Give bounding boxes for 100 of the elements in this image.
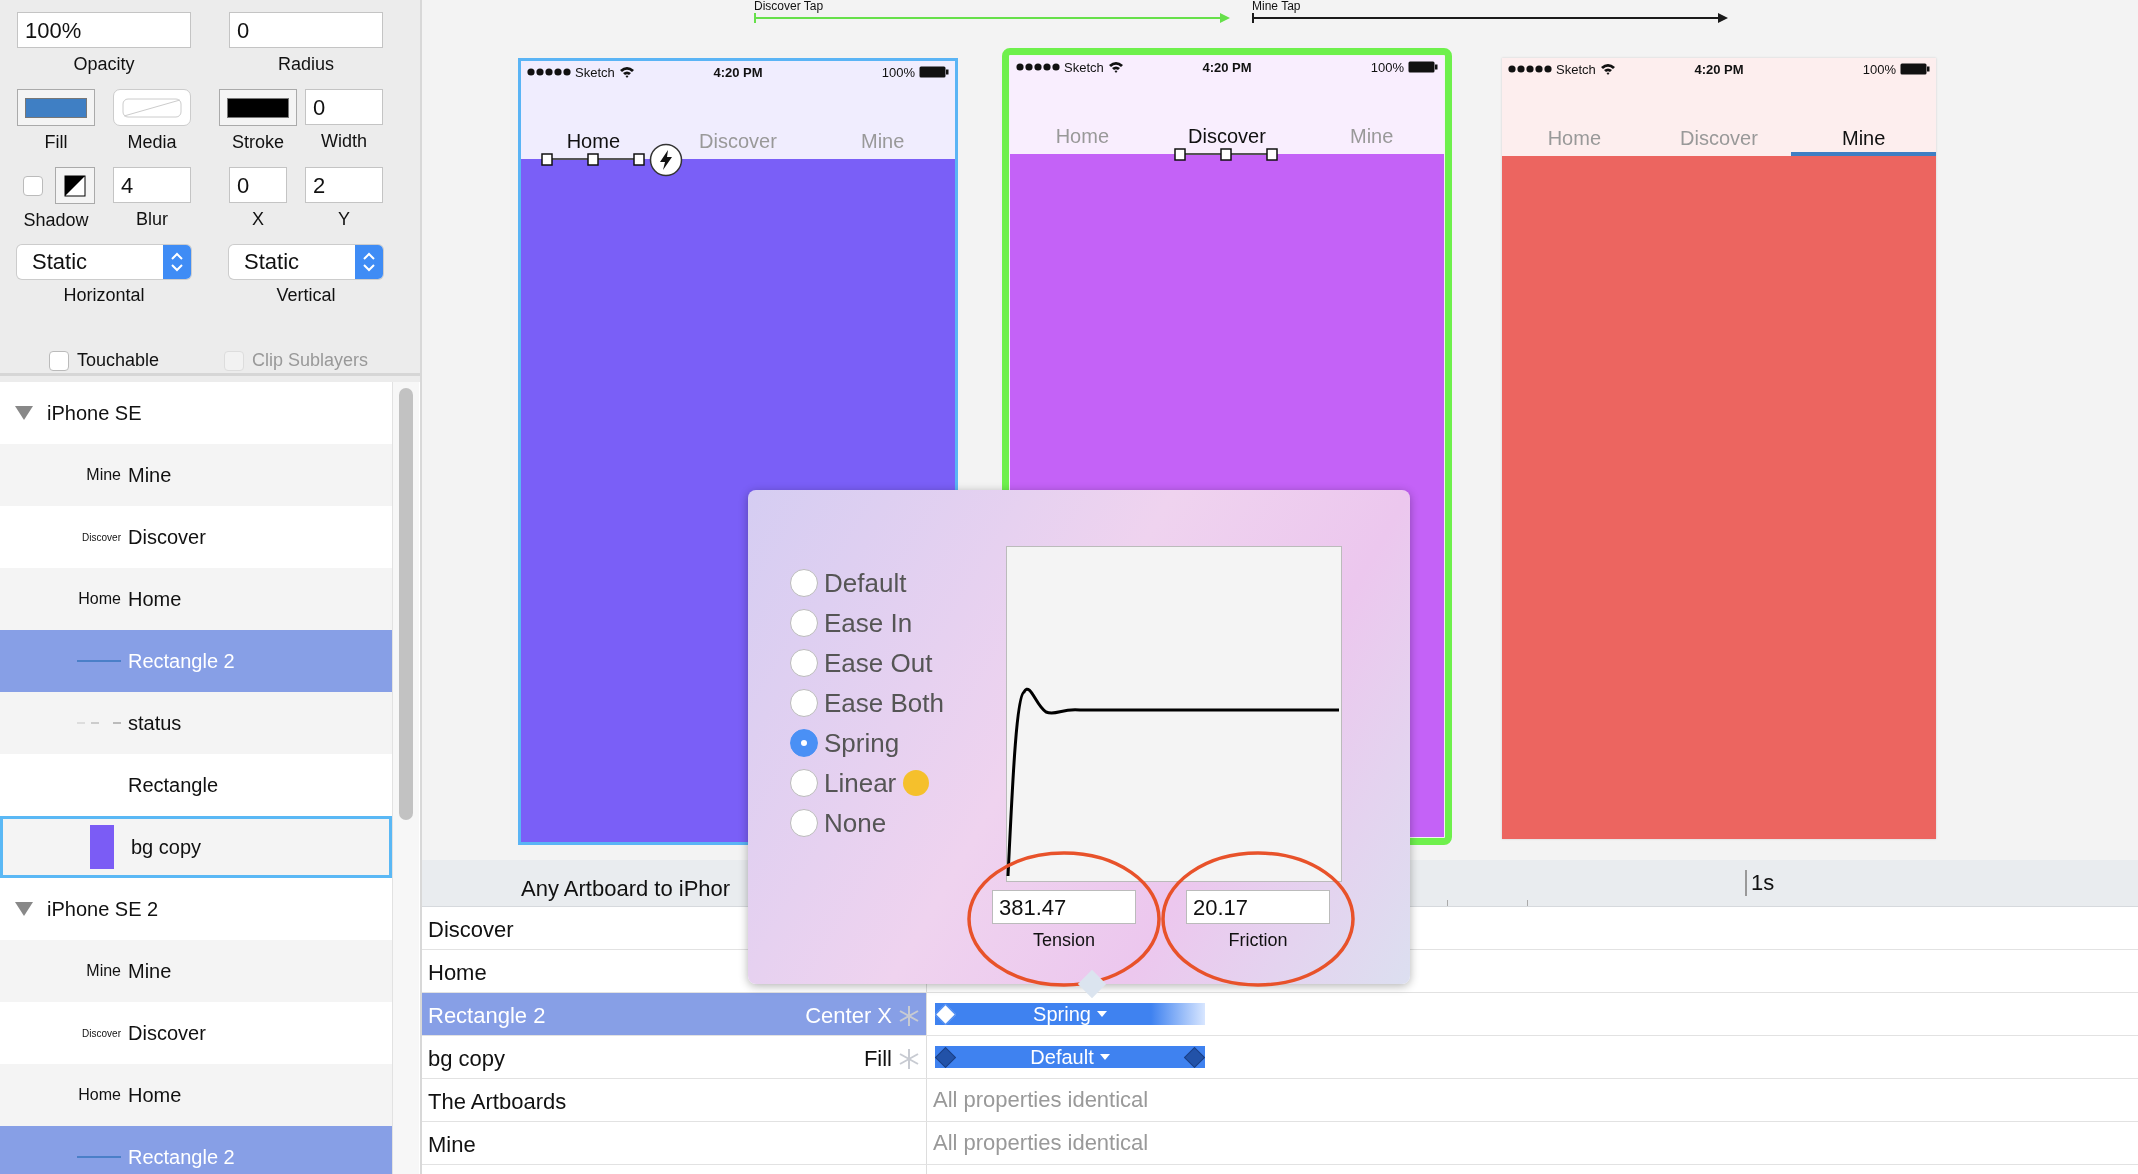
- animation-bar[interactable]: Default: [935, 1046, 1205, 1068]
- layer-thumbnail-text: Discover: [82, 1027, 121, 1039]
- status-time: 4:20 PM: [713, 64, 763, 80]
- checkbox[interactable]: [48, 350, 69, 371]
- row-name: bg copy: [428, 1046, 507, 1072]
- field-label: X: [252, 209, 264, 230]
- row-name: Home: [428, 960, 488, 986]
- shadow-swatch[interactable]: [55, 167, 95, 204]
- layer-name: status: [128, 711, 182, 735]
- line-thumbnail-icon: [77, 659, 121, 663]
- layer-thumbnail-text: Home: [78, 1086, 121, 1104]
- signal-icon: [1508, 65, 1552, 73]
- carrier-text: Sketch: [1064, 59, 1104, 75]
- layer-name: Mine: [128, 463, 172, 487]
- field-label: Tension: [1032, 930, 1095, 951]
- number-field[interactable]: 381.47: [992, 890, 1136, 924]
- select-dropdown[interactable]: Static: [229, 245, 383, 279]
- y-field[interactable]: 2: [305, 167, 383, 203]
- tab[interactable]: Home: [521, 83, 666, 159]
- field-label: Blur: [136, 209, 168, 230]
- layer-name: iPhone SE 2: [47, 897, 159, 921]
- layer-name: Home: [128, 1083, 182, 1107]
- row-note: All properties identical: [933, 1130, 1149, 1156]
- disclosure-triangle-icon[interactable]: [15, 902, 33, 916]
- field-label: Friction: [1228, 930, 1288, 951]
- x-field[interactable]: 0: [229, 167, 287, 203]
- tab[interactable]: Discover: [1154, 78, 1300, 154]
- wifi-icon: [1599, 63, 1616, 75]
- stepper-icon[interactable]: [163, 245, 191, 279]
- layer-thumbnail-text: Discover: [82, 531, 121, 543]
- transition-arrow[interactable]: [1252, 12, 1728, 24]
- field-label: Opacity: [73, 54, 135, 75]
- timeline-row[interactable]: The Artboards: [422, 1079, 927, 1121]
- stroke-swatch[interactable]: [219, 89, 297, 126]
- field-label: Radius: [278, 54, 334, 75]
- ruler-label: 1s: [1745, 870, 1775, 896]
- caret-icon: [1099, 1054, 1110, 1060]
- animation-bar[interactable]: Spring: [935, 1003, 1205, 1025]
- curve-label: Default: [1030, 1045, 1094, 1069]
- battery-icon: [1408, 61, 1438, 73]
- layer-row[interactable]: bg copy: [0, 816, 392, 878]
- layer-row[interactable]: Home Home: [0, 1064, 392, 1126]
- layer-row[interactable]: Home Home: [0, 568, 392, 630]
- number-field[interactable]: 20.17: [1186, 890, 1330, 924]
- status-time: 4:20 PM: [1694, 61, 1744, 77]
- shadow-checkbox[interactable]: [23, 175, 43, 196]
- layer-row[interactable]: Mine Mine: [0, 940, 392, 1002]
- row-name: The Artboards: [428, 1089, 568, 1115]
- field-label: Media: [127, 132, 177, 153]
- opacity-field[interactable]: 100%: [17, 12, 191, 48]
- row-name: Rectangle 2: [428, 1003, 547, 1029]
- layer-thumbnail-text: Mine: [86, 962, 121, 980]
- layer-name: Mine: [128, 959, 172, 983]
- row-name: Mine: [428, 1132, 477, 1158]
- tab[interactable]: Mine: [1791, 80, 1936, 156]
- battery-text: 100%: [1862, 61, 1896, 77]
- layer-name: iPhone SE: [47, 401, 142, 425]
- layer-name: Home: [128, 587, 182, 611]
- keyframe-icon[interactable]: [934, 1046, 957, 1069]
- checkbox-label: Clip Sublayers: [251, 350, 369, 371]
- row-name: Discover: [428, 917, 515, 943]
- property-name: Center X: [805, 1003, 892, 1029]
- timeline-row[interactable]: bg copy Fill: [422, 1036, 927, 1078]
- row-note: All properties identical: [933, 1087, 1149, 1113]
- curve-label: Spring: [1033, 1002, 1091, 1026]
- radius-field[interactable]: 0: [229, 12, 383, 48]
- artboard[interactable]: Sketch 4:20 PM 100% Home Discover Mine: [1502, 58, 1936, 839]
- timeline-title: Any Artboard to iPhor: [521, 876, 731, 902]
- keyframe-icon[interactable]: [1183, 1046, 1206, 1069]
- layer-name: bg copy: [131, 835, 202, 859]
- stepper-icon[interactable]: [355, 245, 383, 279]
- battery-text: 100%: [1370, 59, 1404, 75]
- scrollbar-thumb[interactable]: [399, 388, 413, 820]
- layer-name: Rectangle: [128, 773, 219, 797]
- checkbox-label: Touchable: [76, 350, 160, 371]
- carrier-text: Sketch: [1556, 61, 1596, 77]
- layer-row[interactable]: Mine Mine: [0, 444, 392, 506]
- select-dropdown[interactable]: Static: [17, 245, 191, 279]
- blur-field[interactable]: 4: [113, 167, 191, 203]
- transition-label: Discover Tap: [754, 0, 824, 12]
- field-label: Shadow: [23, 210, 89, 231]
- battery-text: 100%: [881, 64, 915, 80]
- field-label: Stroke: [232, 132, 284, 153]
- battery-icon: [1900, 63, 1930, 75]
- wifi-icon: [618, 66, 635, 78]
- layer-name: Rectangle 2: [128, 649, 235, 673]
- selection-handles[interactable]: [541, 151, 645, 167]
- selection-handles[interactable]: [1174, 146, 1278, 162]
- fill-swatch[interactable]: [17, 89, 95, 126]
- layer-thumbnail-text: Mine: [86, 466, 121, 484]
- lightning-icon[interactable]: [649, 143, 683, 177]
- field-label: Width: [321, 131, 367, 152]
- width-field[interactable]: 0: [305, 89, 383, 125]
- layer-row[interactable]: status: [0, 692, 392, 754]
- dashes-thumbnail-icon: [77, 721, 121, 725]
- signal-icon: [1016, 63, 1060, 71]
- disclosure-triangle-icon[interactable]: [15, 406, 33, 420]
- timeline-row[interactable]: Mine: [422, 1122, 927, 1164]
- layer-name: Rectangle 2: [128, 1145, 235, 1169]
- wifi-icon: [1107, 61, 1124, 73]
